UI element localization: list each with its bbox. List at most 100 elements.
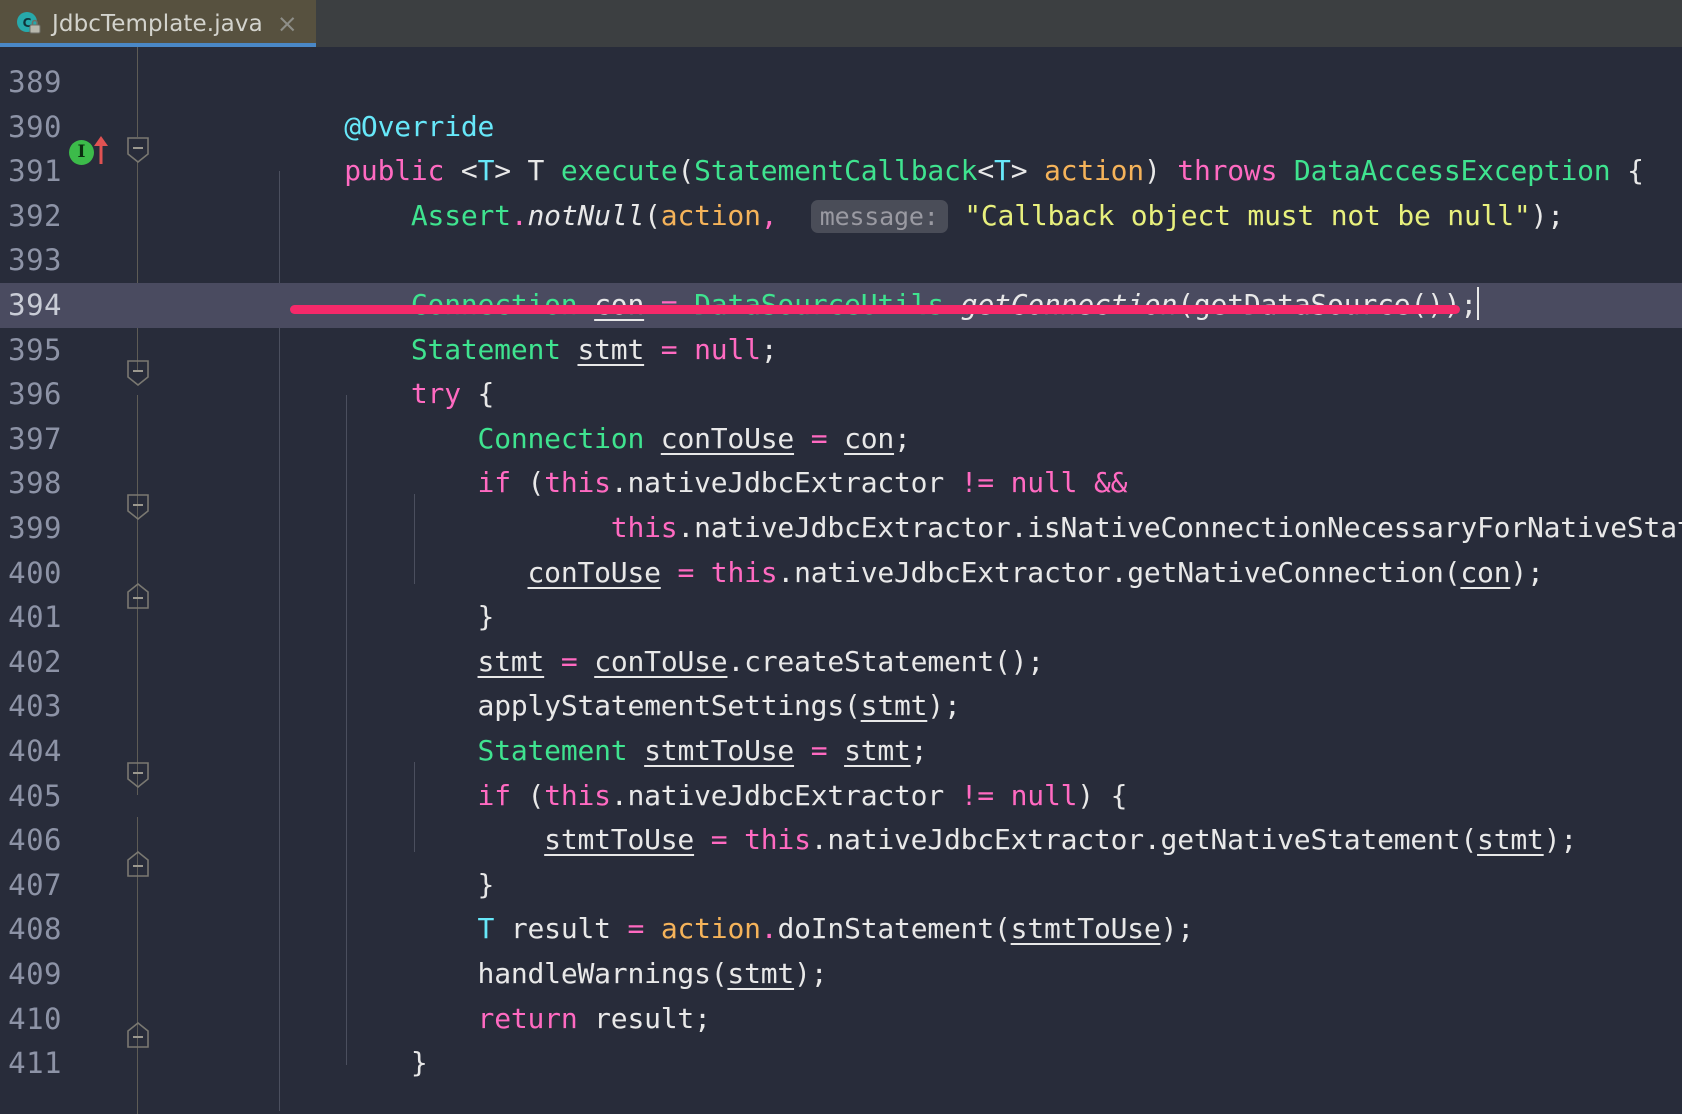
line-number: 410 — [8, 1001, 62, 1036]
code-line-411[interactable]: 411 } — [0, 1041, 1682, 1086]
token-plain: ( — [510, 778, 545, 812]
code-line-402[interactable]: 402 stmt = conToUse.createStatement(); — [0, 640, 1682, 685]
token-uline: stmt — [577, 332, 645, 366]
line-number: 394 — [8, 288, 62, 322]
tab-jdbctemplate-java[interactable]: C JdbcTemplate.java × — [0, 0, 316, 47]
code-line-404[interactable]: 404 Statement stmtToUse = stmt; — [0, 729, 1682, 774]
token-kw: null — [1010, 778, 1078, 812]
token-plain: doInStatement( — [777, 912, 1011, 946]
token-plain: < — [977, 154, 995, 188]
code-line-403[interactable]: 403 applyStatementSettings(stmt); — [0, 684, 1682, 729]
token-kw: this — [744, 823, 811, 857]
code-line-405[interactable]: 405 if (this.nativeJdbcExtractor != null… — [0, 774, 1682, 819]
token-kw: try — [410, 377, 461, 411]
java-class-locked-icon: C — [16, 11, 42, 37]
token-kw: && — [1093, 466, 1128, 500]
token-plain: ); — [927, 689, 961, 723]
code-text[interactable]: handleWarnings(stmt); — [211, 952, 828, 997]
code-text[interactable]: stmt = conToUse.createStatement(); — [211, 640, 1045, 685]
code-text[interactable]: return result; — [211, 997, 711, 1042]
code-line-389[interactable]: 389 — [0, 60, 1682, 105]
code-text[interactable]: if (this.nativeJdbcExtractor != null) { — [211, 774, 1128, 819]
code-line-397[interactable]: 397 Connection conToUse = con; — [0, 417, 1682, 462]
line-number: 392 — [8, 198, 62, 233]
code-text[interactable]: Statement stmt = null; — [211, 328, 778, 373]
code-line-395[interactable]: 395 Statement stmt = null; — [0, 328, 1682, 373]
code-line-391[interactable]: 391 public <T> T execute(StatementCallba… — [0, 149, 1682, 194]
code-text[interactable]: } — [211, 1041, 428, 1086]
code-text[interactable]: stmtToUse = this.nativeJdbcExtractor.get… — [211, 818, 1577, 863]
token-uline: stmt — [844, 734, 911, 767]
token-kw: this — [710, 555, 778, 589]
token-plain: } — [477, 600, 495, 634]
token-uline: stmtToUse — [644, 734, 795, 767]
token-kw: public — [344, 154, 445, 188]
token-plain: > — [1010, 154, 1045, 188]
code-line-409[interactable]: 409 handleWarnings(stmt); — [0, 952, 1682, 997]
token-dot: = — [810, 734, 828, 767]
code-text[interactable]: Statement stmtToUse = stmt; — [211, 729, 928, 774]
line-number: 391 — [8, 154, 62, 189]
code-editor[interactable]: I 389 390 @Override 391 public <T> T execu… — [0, 47, 1682, 1114]
code-text[interactable]: applyStatementSettings(stmt); — [211, 684, 961, 729]
token-plain: .nativeJdbcExtractor.getNativeConnection… — [777, 555, 1461, 589]
line-number: 396 — [8, 377, 62, 412]
code-line-407[interactable]: 407 } — [0, 863, 1682, 908]
code-line-406[interactable]: 406 stmtToUse = this.nativeJdbcExtractor… — [0, 818, 1682, 863]
code-text[interactable]: try { — [211, 372, 495, 417]
token-plain: .nativeJdbcExtractor — [610, 466, 961, 500]
token-uline: stmt — [860, 689, 928, 723]
code-line-408[interactable]: 408 T result = action.doInStatement(stmt… — [0, 907, 1682, 952]
code-text[interactable]: this.nativeJdbcExtractor.isNativeConnect… — [211, 506, 1682, 551]
code-line-396[interactable]: 396 try { — [0, 372, 1682, 417]
code-text[interactable]: @Override — [211, 105, 494, 150]
code-line-399[interactable]: 399 this.nativeJdbcExtractor.isNativeCon… — [0, 506, 1682, 551]
token-plain: .createStatement(); — [727, 644, 1044, 678]
token-plain: handleWarnings( — [477, 957, 728, 990]
code-line-401[interactable]: 401 } — [0, 595, 1682, 640]
token-dot: = — [627, 912, 645, 946]
code-line-393[interactable]: 393 — [0, 238, 1682, 283]
code-text[interactable]: public <T> T execute(StatementCallback<T… — [211, 149, 1644, 194]
token-plain: ); — [1510, 555, 1544, 589]
code-text[interactable]: Connection conToUse = con; — [211, 417, 911, 462]
token-kw: if — [477, 466, 512, 500]
token-typ: Connection — [477, 421, 645, 455]
code-line-398[interactable]: 398 if (this.nativeJdbcExtractor != null… — [0, 461, 1682, 506]
close-icon[interactable]: × — [277, 11, 298, 36]
code-text[interactable]: } — [211, 863, 495, 908]
code-line-392[interactable]: 392 Assert.notNull(action, message: "Cal… — [0, 194, 1682, 239]
code-text[interactable]: Assert.notNull(action, message: "Callbac… — [211, 194, 1564, 239]
token-dot: , — [760, 198, 778, 232]
code-text[interactable]: if (this.nativeJdbcExtractor != null && — [211, 461, 1128, 506]
token-param: action — [660, 912, 761, 946]
code-line-410[interactable]: 410 return result; — [0, 997, 1682, 1042]
code-line-390[interactable]: 390 @Override — [0, 105, 1682, 150]
code-line-400[interactable]: 400 conToUse = this.nativeJdbcExtractor.… — [0, 551, 1682, 596]
line-number: 390 — [8, 109, 62, 144]
token-str: "Callback object must not be null" — [964, 198, 1531, 232]
code-text[interactable]: conToUse = this.nativeJdbcExtractor.getN… — [211, 551, 1544, 596]
token-dot: = — [710, 823, 728, 857]
token-plain: .nativeJdbcExtractor.isNativeConnectionN… — [677, 511, 1682, 544]
token-plain: .nativeJdbcExtractor — [610, 778, 961, 812]
error-highlight-underline — [290, 305, 1460, 314]
token-plain: ; — [910, 734, 928, 767]
code-text[interactable]: } — [211, 595, 495, 640]
token-plain: ) — [1143, 154, 1178, 188]
code-text[interactable]: T result = action.doInStatement(stmtToUs… — [211, 907, 1195, 952]
token-kw: null — [694, 332, 761, 366]
token-plain: applyStatementSettings( — [477, 689, 861, 723]
